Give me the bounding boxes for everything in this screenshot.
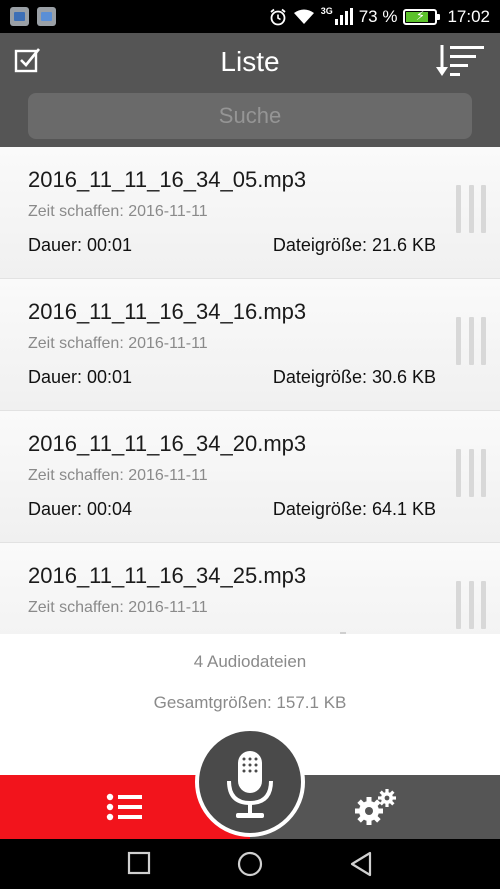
back-icon[interactable] <box>349 851 373 877</box>
sort-icon[interactable] <box>434 43 486 79</box>
alarm-icon <box>270 8 286 25</box>
drag-handle-icon[interactable] <box>456 581 486 629</box>
gallery-notification-icon <box>37 7 56 26</box>
list-item[interactable]: 2016_11_11_16_34_25.mp3 Zeit schaffen: 2… <box>0 543 500 634</box>
recording-filename: 2016_11_11_16_34_20.mp3 <box>28 431 307 456</box>
battery-charging-icon: ⚡ <box>403 8 441 25</box>
list-item[interactable]: 2016_11_11_16_34_16.mp3 Zeit schaffen: 2… <box>0 279 500 411</box>
recording-created: Zeit schaffen: 2016-11-11 <box>28 335 208 352</box>
drag-handle-icon[interactable] <box>456 317 486 365</box>
wifi-icon <box>293 9 314 24</box>
microphone-icon <box>227 751 273 818</box>
list-item[interactable]: 2016_11_11_16_34_05.mp3 Zeit schaffen: 2… <box>0 147 500 279</box>
signal-icon <box>334 8 353 25</box>
recent-apps-icon[interactable] <box>127 851 151 875</box>
recording-size: Dateigröße: 30.6 KB <box>272 367 436 387</box>
clock: 17:02 <box>447 6 490 26</box>
app-notification-icon <box>10 7 29 26</box>
recording-duration: Dauer: 00:04 <box>28 499 133 519</box>
record-button[interactable] <box>195 727 305 837</box>
recording-list[interactable]: 2016_11_11_16_34_05.mp3 Zeit schaffen: 2… <box>0 147 500 634</box>
list-item[interactable]: 2016_11_11_16_34_20.mp3 Zeit schaffen: 2… <box>0 411 500 543</box>
recording-filename: 2016_11_11_16_34_25.mp3 <box>28 563 307 588</box>
total-size: Gesamtgrößen: 157.1 KB <box>153 693 347 712</box>
battery-percent: 73 % <box>358 6 398 26</box>
file-count: 4 Audiodateien <box>193 652 307 671</box>
recording-filename: 2016_11_11_16_34_05.mp3 <box>28 167 307 192</box>
recording-size: Dateigröße: 21.6 KB <box>272 235 436 255</box>
recording-duration: Dauer: 00:01 <box>28 367 133 387</box>
system-nav-bar <box>0 839 500 889</box>
recording-filename: 2016_11_11_16_34_16.mp3 <box>28 299 307 324</box>
recording-duration: Dauer: 00:01 <box>28 235 133 255</box>
settings-gears-icon <box>355 789 396 825</box>
recording-created: Zeit schaffen: 2016-11-11 <box>28 599 208 616</box>
list-icon <box>106 793 142 821</box>
page-title: Liste <box>220 46 280 77</box>
app-header: Liste <box>0 33 500 147</box>
search-input[interactable] <box>28 93 472 139</box>
network-type: 3G <box>320 5 333 16</box>
recording-size: Dateigröße: 64.1 KB <box>272 499 436 519</box>
status-bar: 3G 73 % ⚡ 17:02 <box>0 0 500 33</box>
drag-handle-icon[interactable] <box>456 449 486 497</box>
recording-created: Zeit schaffen: 2016-11-11 <box>28 467 208 484</box>
recording-created: Zeit schaffen: 2016-11-11 <box>28 203 208 220</box>
drag-handle-icon[interactable] <box>456 185 486 233</box>
home-icon[interactable] <box>237 851 263 877</box>
